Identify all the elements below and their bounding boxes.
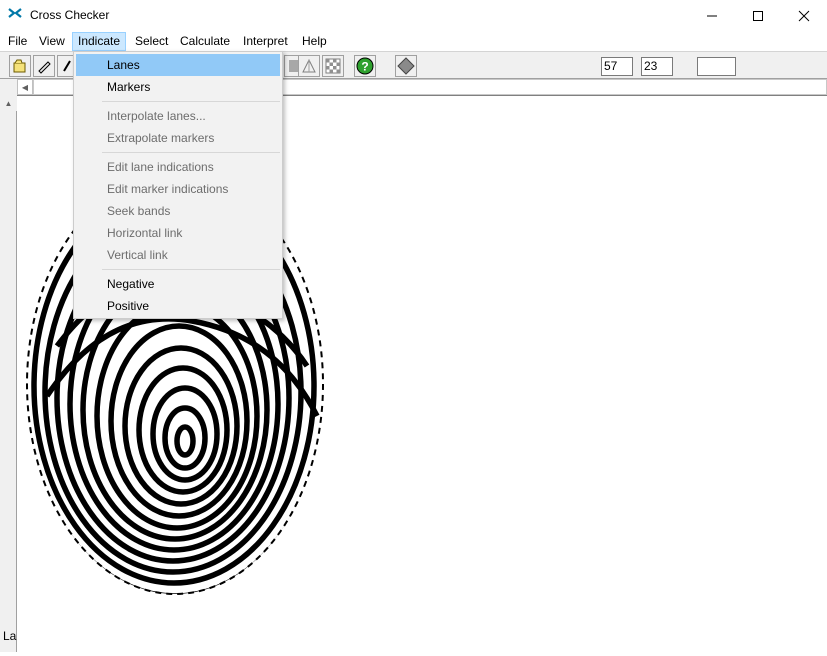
value-field-1[interactable]: 57 xyxy=(601,57,633,76)
checkerboard-icon xyxy=(325,58,341,74)
maximize-icon xyxy=(753,10,763,21)
scroll-up-arrow[interactable]: ▲ xyxy=(0,95,17,111)
indicate-menu: Lanes Markers Interpolate lanes... Extra… xyxy=(73,51,283,319)
window-title: Cross Checker xyxy=(30,8,110,22)
menu-indicate[interactable]: Indicate xyxy=(72,32,127,51)
menu-item-horizontal-link: Horizontal link xyxy=(107,226,183,240)
menu-item-positive[interactable]: Positive xyxy=(76,295,280,317)
menu-item-extrapolate-markers: Extrapolate markers xyxy=(107,131,215,145)
menu-bar: File View Indicate Select Calculate Inte… xyxy=(0,31,827,51)
pen-button[interactable] xyxy=(33,55,55,77)
value-field-2[interactable]: 23 xyxy=(641,57,673,76)
help-button[interactable]: ? xyxy=(354,55,376,77)
menu-item-lanes[interactable]: Lanes xyxy=(76,54,280,76)
minimize-button[interactable] xyxy=(689,0,735,31)
open-button[interactable] xyxy=(9,55,31,77)
diamond-button[interactable] xyxy=(395,55,417,77)
left-panel xyxy=(0,95,17,652)
menu-view[interactable]: View xyxy=(34,33,70,50)
diamond-icon xyxy=(397,57,415,75)
app-icon xyxy=(8,8,22,18)
menu-item-edit-lane-indications: Edit lane indications xyxy=(107,160,214,174)
menu-separator xyxy=(102,152,280,153)
lanes-label: La xyxy=(3,629,17,643)
menu-select[interactable]: Select xyxy=(130,33,173,50)
menu-separator xyxy=(102,269,280,270)
help-icon: ? xyxy=(356,57,374,75)
menu-help[interactable]: Help xyxy=(297,33,332,50)
menu-interpret[interactable]: Interpret xyxy=(238,33,293,50)
menu-item-vertical-link: Vertical link xyxy=(107,248,168,262)
menu-file[interactable]: File xyxy=(3,33,32,50)
scroll-left-arrow[interactable]: ◀ xyxy=(17,79,33,95)
svg-text:?: ? xyxy=(361,60,368,74)
open-icon xyxy=(13,59,26,73)
value-field-3[interactable] xyxy=(697,57,736,76)
menu-separator xyxy=(102,101,280,102)
menu-item-markers[interactable]: Markers xyxy=(76,76,280,98)
close-button[interactable] xyxy=(781,0,827,31)
pen-icon xyxy=(38,61,51,74)
minimize-icon xyxy=(707,15,717,16)
menu-calculate[interactable]: Calculate xyxy=(175,33,235,50)
menu-item-seek-bands: Seek bands xyxy=(107,204,171,218)
close-icon xyxy=(798,10,810,21)
checker-button[interactable] xyxy=(322,55,344,77)
maximize-button[interactable] xyxy=(735,0,781,31)
triangle-grid-icon xyxy=(302,58,316,73)
menu-item-edit-marker-indications: Edit marker indications xyxy=(107,182,229,196)
triangle-button[interactable] xyxy=(298,55,320,77)
menu-item-interpolate-lanes: Interpolate lanes... xyxy=(107,109,206,123)
title-bar: Cross Checker xyxy=(0,0,827,31)
menu-item-negative[interactable]: Negative xyxy=(76,273,280,295)
